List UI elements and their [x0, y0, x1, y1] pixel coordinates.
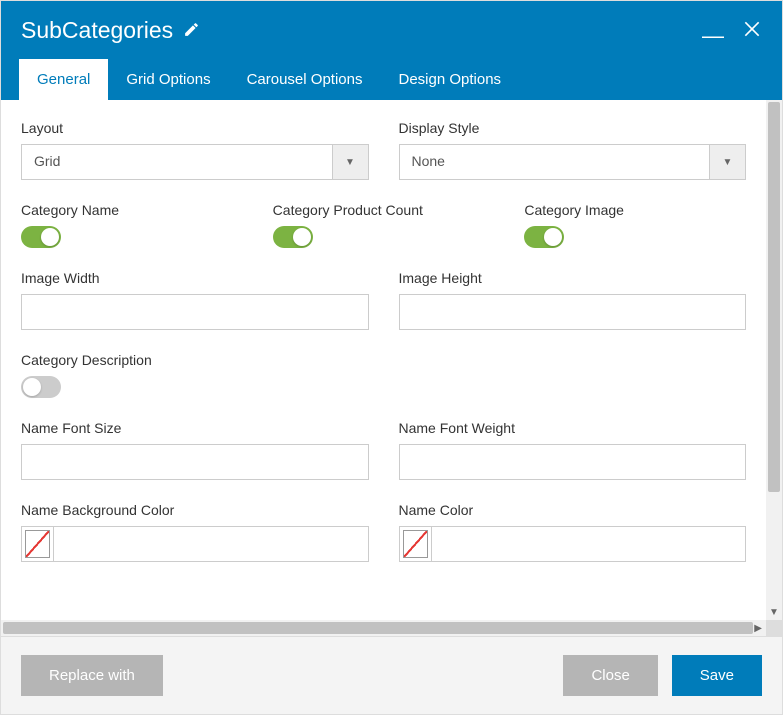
- name-font-weight-label: Name Font Weight: [399, 420, 747, 436]
- name-background-color-label: Name Background Color: [21, 502, 369, 518]
- display-style-select[interactable]: None ▼: [399, 144, 747, 180]
- close-icon[interactable]: [742, 19, 762, 44]
- close-button[interactable]: Close: [563, 655, 657, 696]
- name-color-picker[interactable]: [399, 526, 747, 562]
- dialog-header: SubCategories —: [1, 1, 782, 59]
- image-width-input[interactable]: [21, 294, 369, 330]
- tab-design-options[interactable]: Design Options: [380, 59, 519, 100]
- chevron-down-icon: ▼: [332, 145, 368, 179]
- category-image-toggle[interactable]: [524, 226, 564, 248]
- category-image-label: Category Image: [524, 202, 746, 218]
- dialog-title: SubCategories: [21, 17, 173, 44]
- save-button[interactable]: Save: [672, 655, 762, 696]
- name-font-size-label: Name Font Size: [21, 420, 369, 436]
- scrollbar-corner: [766, 620, 782, 636]
- vertical-scrollbar[interactable]: ▼: [766, 100, 782, 620]
- layout-label: Layout: [21, 120, 369, 136]
- tab-general[interactable]: General: [19, 59, 108, 100]
- dialog-footer: Replace with Close Save: [1, 636, 782, 714]
- name-background-color-picker[interactable]: [21, 526, 369, 562]
- image-height-input[interactable]: [399, 294, 747, 330]
- name-font-weight-input[interactable]: [399, 444, 747, 480]
- dialog: SubCategories — General Grid Options Car…: [0, 0, 783, 715]
- header-title-wrap: SubCategories: [21, 17, 200, 44]
- chevron-right-icon[interactable]: ▶: [754, 623, 762, 634]
- display-style-value: None: [400, 145, 710, 179]
- no-color-icon: [400, 527, 432, 561]
- no-color-icon: [22, 527, 54, 561]
- scrollbar-thumb[interactable]: [3, 622, 753, 634]
- category-name-toggle[interactable]: [21, 226, 61, 248]
- image-width-label: Image Width: [21, 270, 369, 286]
- pencil-icon: [183, 17, 200, 44]
- content-wrapper: Layout Grid ▼ Display Style None ▼ Ca: [1, 100, 782, 620]
- category-description-toggle[interactable]: [21, 376, 61, 398]
- image-height-label: Image Height: [399, 270, 747, 286]
- chevron-down-icon: ▼: [709, 145, 745, 179]
- chevron-down-icon[interactable]: ▼: [766, 607, 782, 618]
- name-color-label: Name Color: [399, 502, 747, 518]
- tab-grid-options[interactable]: Grid Options: [108, 59, 228, 100]
- name-font-size-input[interactable]: [21, 444, 369, 480]
- tab-carousel-options[interactable]: Carousel Options: [229, 59, 381, 100]
- scrollbar-thumb[interactable]: [768, 102, 780, 492]
- replace-with-button[interactable]: Replace with: [21, 655, 163, 696]
- category-description-label: Category Description: [21, 352, 746, 368]
- display-style-label: Display Style: [399, 120, 747, 136]
- content-area: Layout Grid ▼ Display Style None ▼ Ca: [1, 100, 766, 620]
- category-product-count-toggle[interactable]: [273, 226, 313, 248]
- category-product-count-label: Category Product Count: [273, 202, 495, 218]
- horizontal-scrollbar[interactable]: ▶: [1, 620, 782, 636]
- category-name-label: Category Name: [21, 202, 243, 218]
- name-background-color-input[interactable]: [54, 527, 368, 561]
- name-color-input[interactable]: [432, 527, 746, 561]
- tabs: General Grid Options Carousel Options De…: [1, 59, 782, 100]
- layout-value: Grid: [22, 145, 332, 179]
- header-controls: —: [702, 19, 762, 44]
- layout-select[interactable]: Grid ▼: [21, 144, 369, 180]
- minimize-icon[interactable]: —: [702, 31, 724, 41]
